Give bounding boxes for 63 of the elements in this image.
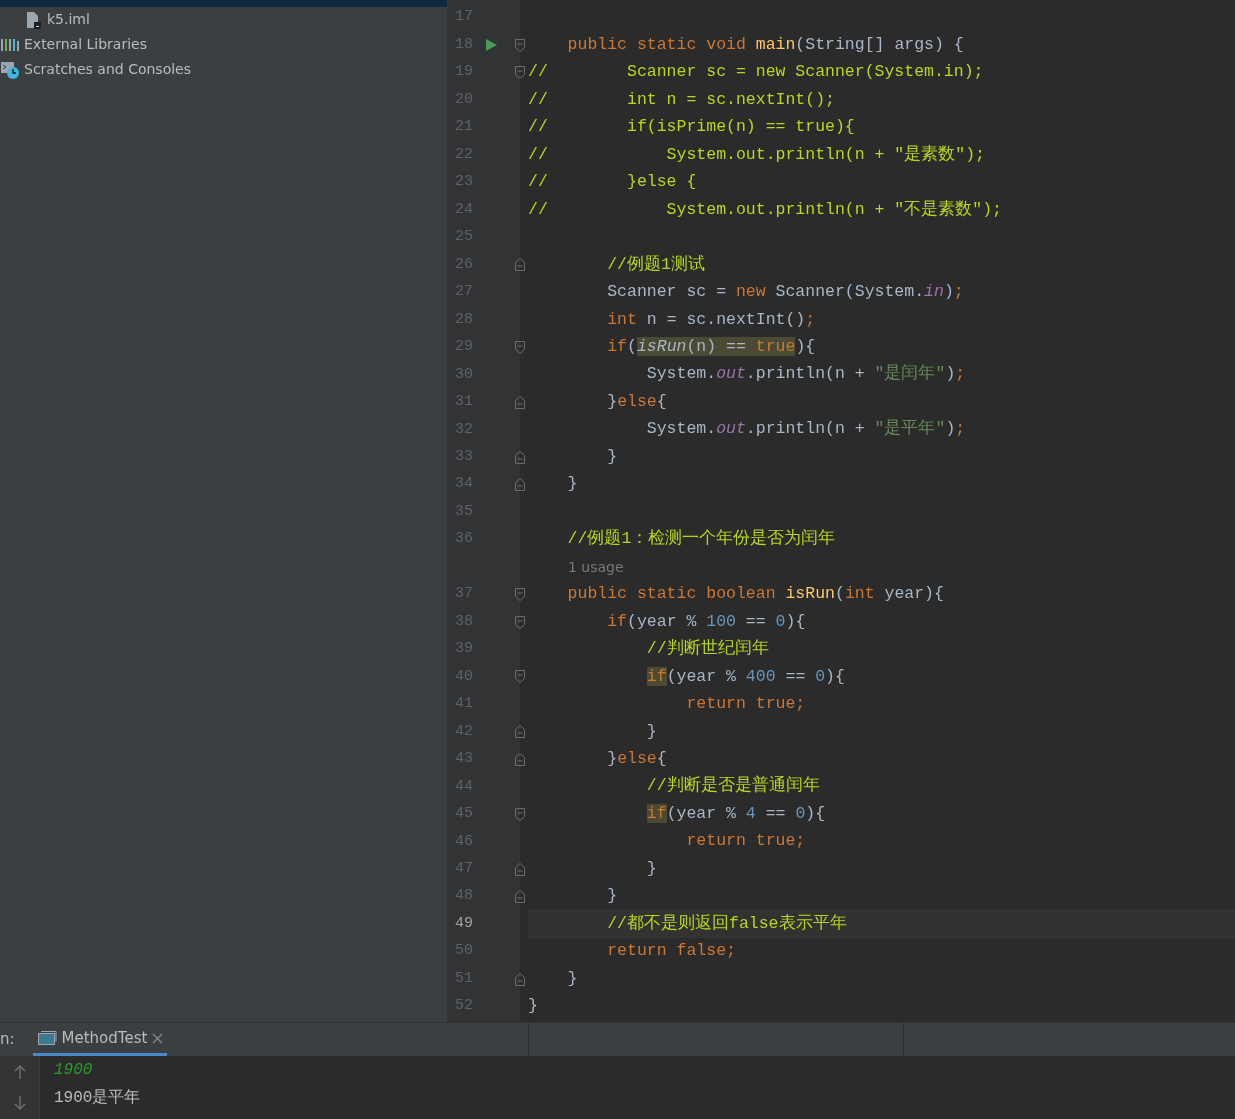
code-line: //例题1：检测一个年份是否为闰年 (566, 528, 836, 551)
console-line: 1900是平年 (54, 1088, 141, 1109)
code-line: } (645, 857, 657, 880)
code-line: public static boolean isRun(int year){ (566, 583, 944, 606)
fold-icon[interactable] (514, 339, 526, 355)
code-line: System.out.println(n + "是闰年"); (645, 363, 966, 386)
console-line: 1900 (54, 1060, 94, 1081)
fold-icon[interactable] (514, 889, 526, 905)
code-line: if(isRun(n) == true){ (606, 335, 816, 358)
fold-icon[interactable] (514, 394, 526, 410)
code-line: if(year % 4 == 0){ (645, 802, 826, 825)
code-line: } (566, 473, 578, 496)
code-line: //判断是否是普通闰年 (645, 774, 820, 798)
code-line: // System.out.println(n + "是素数"); (528, 143, 985, 166)
code-line: // System.out.println(n + "不是素数"); (528, 198, 1002, 221)
code-line: //例题1测试 (606, 253, 705, 276)
code-line: public static void main(String[] args) { (566, 33, 964, 56)
code-line: if(year % 100 == 0){ (606, 610, 806, 633)
fold-icon[interactable] (514, 477, 526, 493)
code-line: //都不是则返回false表示平年 (606, 912, 847, 935)
fold-icon[interactable] (514, 806, 526, 822)
fold-icon[interactable] (514, 861, 526, 877)
fold-icon[interactable] (514, 724, 526, 740)
tree-item[interactable]: Scratches and Consoles (24, 57, 191, 82)
code-line: } (606, 445, 618, 468)
code-line: } (528, 995, 538, 1018)
code-line: // int n = sc.nextInt(); (528, 88, 835, 111)
tree-item[interactable]: External Libraries (24, 32, 147, 57)
code-line: }else{ (606, 390, 667, 413)
code-line: // }else { (528, 171, 697, 194)
fold-icon[interactable] (514, 449, 526, 465)
fold-icon[interactable] (514, 669, 526, 685)
down-arrow-icon[interactable] (12, 1095, 27, 1112)
code-line: //判断世纪闰年 (645, 638, 769, 661)
panel-label: n: (0, 1029, 15, 1051)
code-line: Scanner sc = new Scanner(System.in); (606, 281, 964, 304)
fold-icon[interactable] (514, 587, 526, 603)
usage-hint[interactable]: 1 usage (568, 556, 624, 578)
fold-icon[interactable] (514, 65, 526, 81)
code-line: return true; (685, 693, 806, 716)
tree-item[interactable]: k5.iml (47, 7, 90, 32)
code-line: // if(isPrime(n) == true){ (528, 116, 855, 139)
code-line: } (566, 967, 578, 990)
code-line: // Scanner sc = new Scanner(System.in); (528, 61, 984, 84)
code-line: System.out.println(n + "是平年"); (645, 418, 966, 441)
up-arrow-icon[interactable] (12, 1063, 27, 1080)
fold-icon[interactable] (514, 971, 526, 987)
fold-icon[interactable] (514, 614, 526, 630)
close-icon (152, 1032, 164, 1044)
line-number: 49 (454, 913, 473, 934)
code-line: } (645, 720, 657, 743)
fold-icon[interactable] (514, 257, 526, 273)
window-icon (36, 1030, 57, 1046)
code-line: int n = sc.nextInt(); (606, 308, 816, 331)
fold-icon[interactable] (514, 37, 526, 53)
code-line: } (606, 885, 618, 908)
code-line: return true; (685, 830, 806, 853)
code-line: return false; (606, 940, 736, 963)
run-tab[interactable]: MethodTest (32, 1023, 168, 1056)
fold-icon[interactable] (514, 751, 526, 767)
run-icon[interactable] (485, 38, 497, 53)
code-line: }else{ (606, 748, 667, 770)
code-line: if(year % 400 == 0){ (645, 665, 845, 688)
